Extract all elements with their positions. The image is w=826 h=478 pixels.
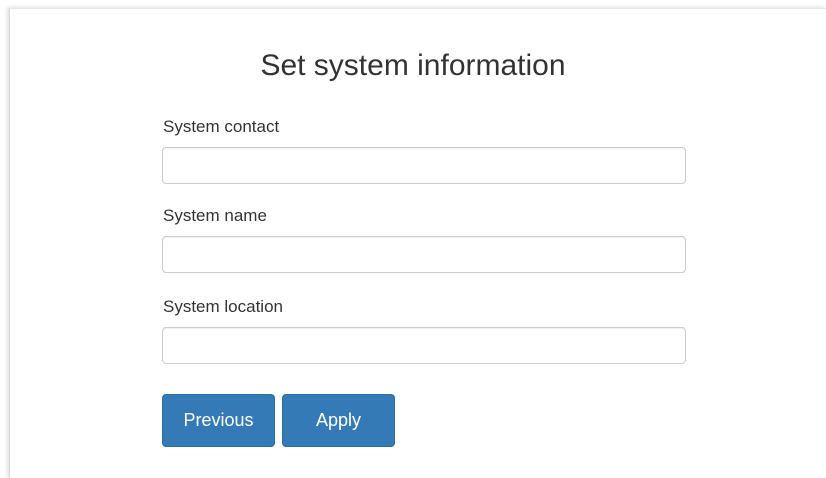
system-contact-input[interactable]	[162, 147, 686, 184]
system-contact-label: System contact	[163, 117, 280, 136]
apply-button[interactable]: Apply	[282, 394, 395, 447]
system-name-input[interactable]	[162, 236, 686, 273]
system-name-label: System name	[163, 206, 267, 225]
system-location-label: System location	[163, 297, 283, 316]
page-frame: Set system information System contact Sy…	[0, 0, 826, 478]
page-title: Set system information	[260, 49, 566, 82]
previous-button[interactable]: Previous	[162, 394, 275, 447]
system-location-input[interactable]	[162, 327, 686, 364]
